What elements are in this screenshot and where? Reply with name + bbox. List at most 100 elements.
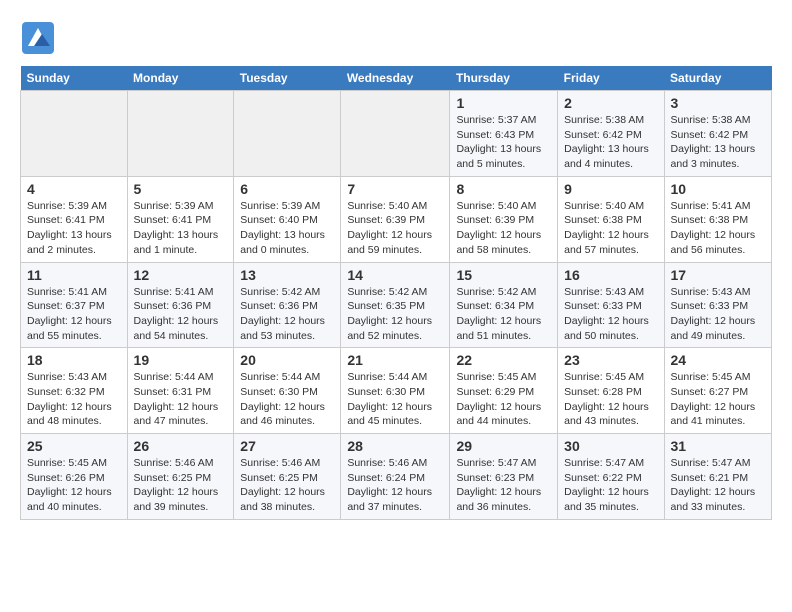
calendar-cell: 6 Sunrise: 5:39 AM Sunset: 6:40 PM Daylig… [234, 176, 341, 262]
day-info: Sunrise: 5:43 AM Sunset: 6:33 PM Dayligh… [671, 285, 765, 344]
day-number: 13 [240, 267, 334, 283]
page-header [20, 20, 772, 56]
calendar-cell: 30 Sunrise: 5:47 AM Sunset: 6:22 PM Dayli… [558, 434, 664, 520]
day-info: Sunrise: 5:45 AM Sunset: 6:26 PM Dayligh… [27, 456, 121, 515]
day-info: Sunrise: 5:39 AM Sunset: 6:41 PM Dayligh… [134, 199, 228, 258]
header-row: SundayMondayTuesdayWednesdayThursdayFrid… [21, 66, 772, 91]
day-number: 11 [27, 267, 121, 283]
col-header-friday: Friday [558, 66, 664, 91]
day-info: Sunrise: 5:40 AM Sunset: 6:39 PM Dayligh… [456, 199, 551, 258]
calendar-cell: 23 Sunrise: 5:45 AM Sunset: 6:28 PM Dayli… [558, 348, 664, 434]
day-number: 20 [240, 352, 334, 368]
calendar-table: SundayMondayTuesdayWednesdayThursdayFrid… [20, 66, 772, 520]
day-number: 1 [456, 95, 551, 111]
day-info: Sunrise: 5:45 AM Sunset: 6:29 PM Dayligh… [456, 370, 551, 429]
day-number: 30 [564, 438, 657, 454]
col-header-tuesday: Tuesday [234, 66, 341, 91]
logo [20, 20, 62, 56]
calendar-cell: 14 Sunrise: 5:42 AM Sunset: 6:35 PM Dayli… [341, 262, 450, 348]
calendar-cell: 22 Sunrise: 5:45 AM Sunset: 6:29 PM Dayli… [450, 348, 558, 434]
day-number: 19 [134, 352, 228, 368]
day-info: Sunrise: 5:42 AM Sunset: 6:36 PM Dayligh… [240, 285, 334, 344]
day-info: Sunrise: 5:47 AM Sunset: 6:22 PM Dayligh… [564, 456, 657, 515]
day-number: 14 [347, 267, 443, 283]
day-info: Sunrise: 5:40 AM Sunset: 6:38 PM Dayligh… [564, 199, 657, 258]
calendar-cell: 3 Sunrise: 5:38 AM Sunset: 6:42 PM Daylig… [664, 91, 771, 177]
day-number: 24 [671, 352, 765, 368]
day-number: 7 [347, 181, 443, 197]
day-info: Sunrise: 5:44 AM Sunset: 6:30 PM Dayligh… [347, 370, 443, 429]
day-number: 22 [456, 352, 551, 368]
calendar-cell: 25 Sunrise: 5:45 AM Sunset: 6:26 PM Dayli… [21, 434, 128, 520]
calendar-cell: 28Sunrise: 5:46 AM Sunset: 6:24 PM Dayli… [341, 434, 450, 520]
day-info: Sunrise: 5:37 AM Sunset: 6:43 PM Dayligh… [456, 113, 551, 172]
calendar-cell: 12 Sunrise: 5:41 AM Sunset: 6:36 PM Dayli… [127, 262, 234, 348]
calendar-cell: 20 Sunrise: 5:44 AM Sunset: 6:30 PM Dayli… [234, 348, 341, 434]
day-number: 6 [240, 181, 334, 197]
calendar-cell [234, 91, 341, 177]
day-info: Sunrise: 5:41 AM Sunset: 6:38 PM Dayligh… [671, 199, 765, 258]
day-number: 27 [240, 438, 334, 454]
calendar-cell [341, 91, 450, 177]
day-info: Sunrise: 5:39 AM Sunset: 6:40 PM Dayligh… [240, 199, 334, 258]
day-number: 31 [671, 438, 765, 454]
calendar-cell: 4 Sunrise: 5:39 AM Sunset: 6:41 PM Daylig… [21, 176, 128, 262]
calendar-cell: 2Sunrise: 5:38 AM Sunset: 6:42 PM Daylig… [558, 91, 664, 177]
calendar-cell: 11Sunrise: 5:41 AM Sunset: 6:37 PM Dayli… [21, 262, 128, 348]
calendar-cell: 8 Sunrise: 5:40 AM Sunset: 6:39 PM Daylig… [450, 176, 558, 262]
day-number: 15 [456, 267, 551, 283]
day-info: Sunrise: 5:39 AM Sunset: 6:41 PM Dayligh… [27, 199, 121, 258]
day-number: 23 [564, 352, 657, 368]
day-number: 5 [134, 181, 228, 197]
calendar-cell: 21 Sunrise: 5:44 AM Sunset: 6:30 PM Dayli… [341, 348, 450, 434]
week-row-5: 25 Sunrise: 5:45 AM Sunset: 6:26 PM Dayli… [21, 434, 772, 520]
col-header-wednesday: Wednesday [341, 66, 450, 91]
col-header-thursday: Thursday [450, 66, 558, 91]
day-number: 26 [134, 438, 228, 454]
week-row-1: 1 Sunrise: 5:37 AM Sunset: 6:43 PM Daylig… [21, 91, 772, 177]
day-info: Sunrise: 5:45 AM Sunset: 6:28 PM Dayligh… [564, 370, 657, 429]
calendar-cell: 1 Sunrise: 5:37 AM Sunset: 6:43 PM Daylig… [450, 91, 558, 177]
day-info: Sunrise: 5:41 AM Sunset: 6:36 PM Dayligh… [134, 285, 228, 344]
day-number: 10 [671, 181, 765, 197]
logo-icon [20, 20, 56, 56]
day-info: Sunrise: 5:40 AM Sunset: 6:39 PM Dayligh… [347, 199, 443, 258]
calendar-cell: 10 Sunrise: 5:41 AM Sunset: 6:38 PM Dayli… [664, 176, 771, 262]
day-info: Sunrise: 5:38 AM Sunset: 6:42 PM Dayligh… [671, 113, 765, 172]
day-number: 3 [671, 95, 765, 111]
calendar-cell: 31 Sunrise: 5:47 AM Sunset: 6:21 PM Dayli… [664, 434, 771, 520]
day-number: 16 [564, 267, 657, 283]
calendar-cell: 17 Sunrise: 5:43 AM Sunset: 6:33 PM Dayli… [664, 262, 771, 348]
day-number: 18 [27, 352, 121, 368]
day-number: 8 [456, 181, 551, 197]
calendar-cell: 24 Sunrise: 5:45 AM Sunset: 6:27 PM Dayli… [664, 348, 771, 434]
day-info: Sunrise: 5:45 AM Sunset: 6:27 PM Dayligh… [671, 370, 765, 429]
calendar-cell: 7 Sunrise: 5:40 AM Sunset: 6:39 PM Daylig… [341, 176, 450, 262]
day-number: 9 [564, 181, 657, 197]
calendar-cell [21, 91, 128, 177]
day-number: 4 [27, 181, 121, 197]
day-info: Sunrise: 5:44 AM Sunset: 6:31 PM Dayligh… [134, 370, 228, 429]
day-info: Sunrise: 5:47 AM Sunset: 6:23 PM Dayligh… [456, 456, 551, 515]
day-info: Sunrise: 5:46 AM Sunset: 6:25 PM Dayligh… [134, 456, 228, 515]
col-header-sunday: Sunday [21, 66, 128, 91]
day-info: Sunrise: 5:43 AM Sunset: 6:33 PM Dayligh… [564, 285, 657, 344]
calendar-cell [127, 91, 234, 177]
calendar-cell: 15Sunrise: 5:42 AM Sunset: 6:34 PM Dayli… [450, 262, 558, 348]
day-info: Sunrise: 5:46 AM Sunset: 6:24 PM Dayligh… [347, 456, 443, 515]
calendar-cell: 29 Sunrise: 5:47 AM Sunset: 6:23 PM Dayli… [450, 434, 558, 520]
week-row-4: 18 Sunrise: 5:43 AM Sunset: 6:32 PM Dayli… [21, 348, 772, 434]
day-info: Sunrise: 5:47 AM Sunset: 6:21 PM Dayligh… [671, 456, 765, 515]
day-info: Sunrise: 5:42 AM Sunset: 6:35 PM Dayligh… [347, 285, 443, 344]
day-info: Sunrise: 5:44 AM Sunset: 6:30 PM Dayligh… [240, 370, 334, 429]
day-number: 17 [671, 267, 765, 283]
week-row-2: 4 Sunrise: 5:39 AM Sunset: 6:41 PM Daylig… [21, 176, 772, 262]
day-number: 21 [347, 352, 443, 368]
calendar-cell: 13 Sunrise: 5:42 AM Sunset: 6:36 PM Dayli… [234, 262, 341, 348]
day-number: 29 [456, 438, 551, 454]
col-header-saturday: Saturday [664, 66, 771, 91]
col-header-monday: Monday [127, 66, 234, 91]
day-number: 12 [134, 267, 228, 283]
day-info: Sunrise: 5:43 AM Sunset: 6:32 PM Dayligh… [27, 370, 121, 429]
day-number: 25 [27, 438, 121, 454]
